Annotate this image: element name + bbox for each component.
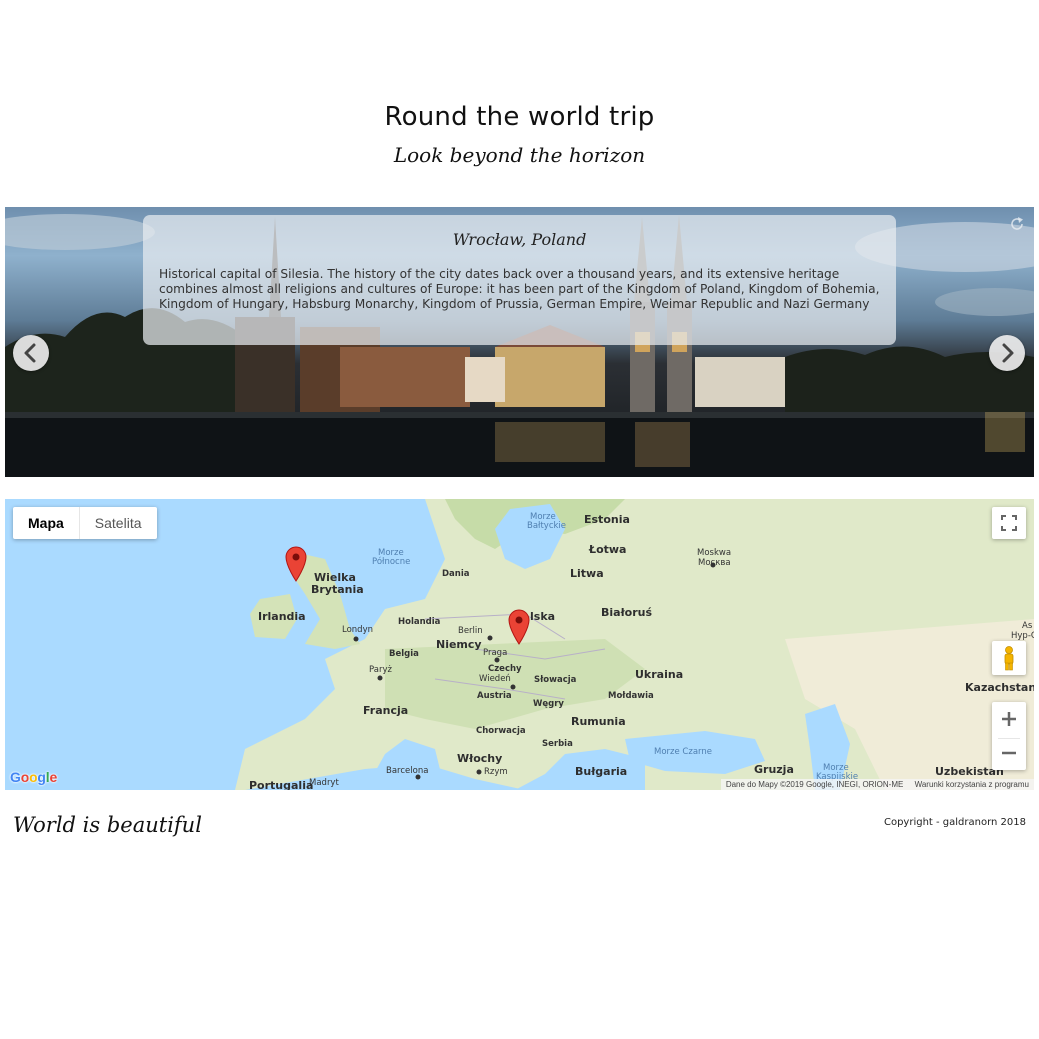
map-label-moldawia: Mołdawia xyxy=(608,691,654,701)
map-label-brytania: Brytania xyxy=(311,583,364,596)
map-data-credit: Dane do Mapy ©2019 Google, INEGI, ORION-… xyxy=(725,780,904,789)
map-label-belgia: Belgia xyxy=(389,649,419,659)
map-label-madryt: Madryt xyxy=(309,778,339,788)
slide-caption-text: Historical capital of Silesia. The histo… xyxy=(159,267,880,311)
map-label-dania: Dania xyxy=(442,569,470,579)
slide-caption-title: Wrocław, Poland xyxy=(452,230,587,249)
google-logo[interactable]: Google xyxy=(10,769,57,785)
map-label-north-sea-2: Północne xyxy=(372,557,411,567)
map-label-francja: Francja xyxy=(363,704,409,717)
map-label-portugalia: Portugalia xyxy=(249,779,314,790)
map-label-holandia: Holandia xyxy=(398,617,441,627)
map-label-czechy: Czechy xyxy=(488,664,522,674)
fullscreen-icon xyxy=(1001,515,1017,531)
page-title: Round the world trip xyxy=(384,102,655,132)
reload-icon[interactable] xyxy=(1008,215,1026,233)
map-label-wieden: Wiedeń xyxy=(479,674,511,684)
map-label-bulgaria: Bułgaria xyxy=(575,765,628,778)
fullscreen-button[interactable] xyxy=(992,507,1026,539)
map-label-irlandia: Irlandia xyxy=(258,610,306,623)
map-label-niemcy: Niemcy xyxy=(436,638,482,651)
chevron-right-icon xyxy=(1002,343,1014,363)
map-label-ukraina: Ukraina xyxy=(635,668,684,681)
map-label-paryz: Paryż xyxy=(369,665,392,675)
footer-tagline: World is beautiful xyxy=(13,813,202,837)
map-label-bialorus: Białoruś xyxy=(601,606,653,619)
chevron-left-icon xyxy=(24,343,36,363)
map-label-serbia: Serbia xyxy=(542,739,573,749)
map-label-wlochy: Włochy xyxy=(457,752,503,765)
map-marker-icon[interactable] xyxy=(285,546,307,582)
map-label-gruzja: Gruzja xyxy=(754,763,794,776)
map-label-praga: Praga xyxy=(483,648,508,658)
map-label-baltic-2: Bałtyckie xyxy=(527,521,567,531)
map-label-moskwa: Moskwa xyxy=(697,548,732,558)
slider-next-button[interactable] xyxy=(989,335,1025,371)
map-type-control: Mapa Satelita xyxy=(13,507,157,539)
map-label-londyn: Londyn xyxy=(342,625,373,635)
map-label-asia-2: Hyp-C xyxy=(1011,631,1034,641)
zoom-out-button[interactable] xyxy=(992,736,1026,770)
pegman-icon xyxy=(1004,646,1014,671)
map-label-slowacja: Słowacja xyxy=(534,675,577,685)
google-map[interactable]: Estonia Łotwa Litwa Białoruś Ukraina Kaz… xyxy=(5,499,1034,790)
map-label-rumunia: Rumunia xyxy=(571,715,626,728)
map-label-estonia: Estonia xyxy=(584,513,630,526)
map-label-chorwacja: Chorwacja xyxy=(476,726,526,736)
map-type-satellite-button[interactable]: Satelita xyxy=(78,507,157,539)
map-label-berlin: Berlin xyxy=(458,626,483,636)
map-label-black-sea: Morze Czarne xyxy=(654,747,712,757)
zoom-control xyxy=(992,702,1026,770)
map-label-wegry: Węgry xyxy=(533,699,564,709)
slide-caption: Wrocław, Poland Historical capital of Si… xyxy=(143,215,896,345)
map-label-austria: Austria xyxy=(477,691,512,701)
page-subtitle: Look beyond the horizon xyxy=(393,143,646,167)
map-label-kazachstan: Kazachstan xyxy=(965,681,1034,694)
map-terms-link[interactable]: Warunki korzystania z programu xyxy=(915,780,1029,789)
map-label-moskwa-ru: Москва xyxy=(698,558,731,568)
map-label-barcelona: Barcelona xyxy=(386,766,429,776)
map-label-lotwa: Łotwa xyxy=(589,543,627,556)
map-marker-icon[interactable] xyxy=(508,609,530,645)
map-attribution: Dane do Mapy ©2019 Google, INEGI, ORION-… xyxy=(720,779,1034,790)
map-label-rzym: Rzym xyxy=(484,767,508,777)
slider-prev-button[interactable] xyxy=(13,335,49,371)
map-label-asia-1: As xyxy=(1022,621,1033,631)
map-type-map-button[interactable]: Mapa xyxy=(13,507,79,539)
footer-copyright: Copyright - galdranorn 2018 xyxy=(883,817,1026,828)
image-slider: Wrocław, Poland Historical capital of Si… xyxy=(5,207,1034,477)
map-label-litwa: Litwa xyxy=(570,567,604,580)
zoom-in-button[interactable] xyxy=(992,702,1026,736)
map-label-polska: lska xyxy=(530,610,556,623)
street-view-button[interactable] xyxy=(992,641,1026,675)
